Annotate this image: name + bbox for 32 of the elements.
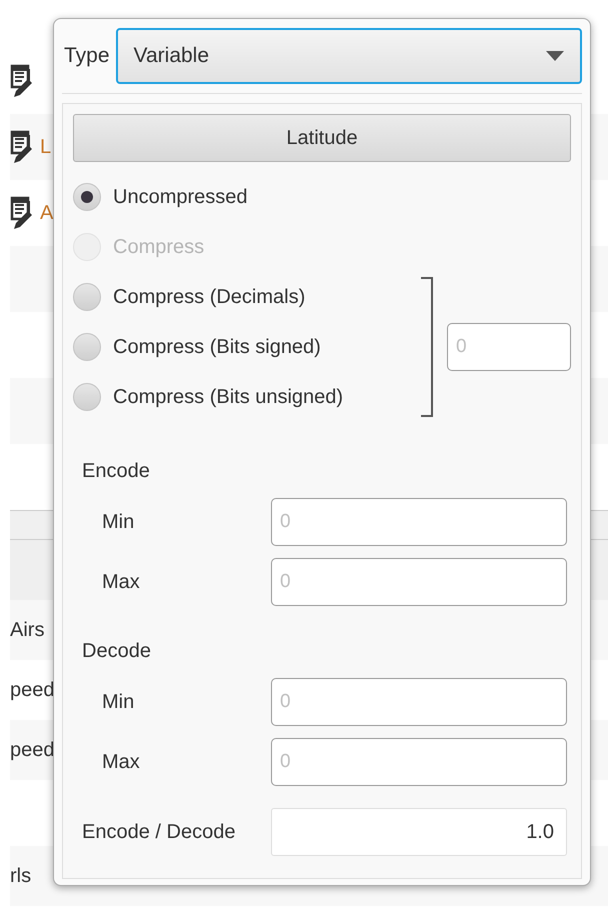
type-label: Type — [63, 43, 110, 70]
radio-label: Uncompressed — [113, 185, 248, 210]
radio-label: Compress (Decimals) — [113, 285, 306, 310]
number-field[interactable]: 0 — [271, 678, 567, 726]
number-field[interactable]: 0 — [271, 498, 567, 546]
ratio-field[interactable]: 1.0 — [271, 808, 567, 856]
row-label: rls — [10, 864, 32, 889]
name-button[interactable]: Latitude — [73, 114, 571, 162]
row-label: peed — [10, 738, 54, 763]
row-label: A — [40, 201, 54, 226]
row-label: Airs — [10, 618, 44, 643]
row-label: L — [40, 135, 52, 160]
field-label: Encode / Decode — [81, 820, 236, 845]
field-label: Min — [101, 690, 136, 715]
radio-button[interactable] — [73, 333, 101, 361]
field-label: Min — [101, 510, 136, 535]
radio-button[interactable] — [73, 383, 101, 411]
type-dropdown[interactable]: Variable — [116, 28, 582, 84]
row-label: peed — [10, 678, 54, 703]
number-field[interactable]: 0 — [271, 558, 567, 606]
section-title: Decode — [81, 639, 152, 664]
radio-label: Compress (Bits signed) — [113, 335, 321, 360]
field-label: Max — [101, 570, 141, 595]
number-field[interactable]: 0 — [271, 738, 567, 786]
radio-label: Compress — [113, 235, 204, 260]
section-title: Encode — [81, 459, 151, 484]
compression-field[interactable]: 0 — [447, 323, 571, 371]
radio-button[interactable] — [73, 283, 101, 311]
radio-button[interactable] — [73, 183, 101, 211]
field-label: Max — [101, 750, 141, 775]
caret-icon — [546, 51, 564, 61]
radio-label: Compress (Bits unsigned) — [113, 385, 344, 410]
